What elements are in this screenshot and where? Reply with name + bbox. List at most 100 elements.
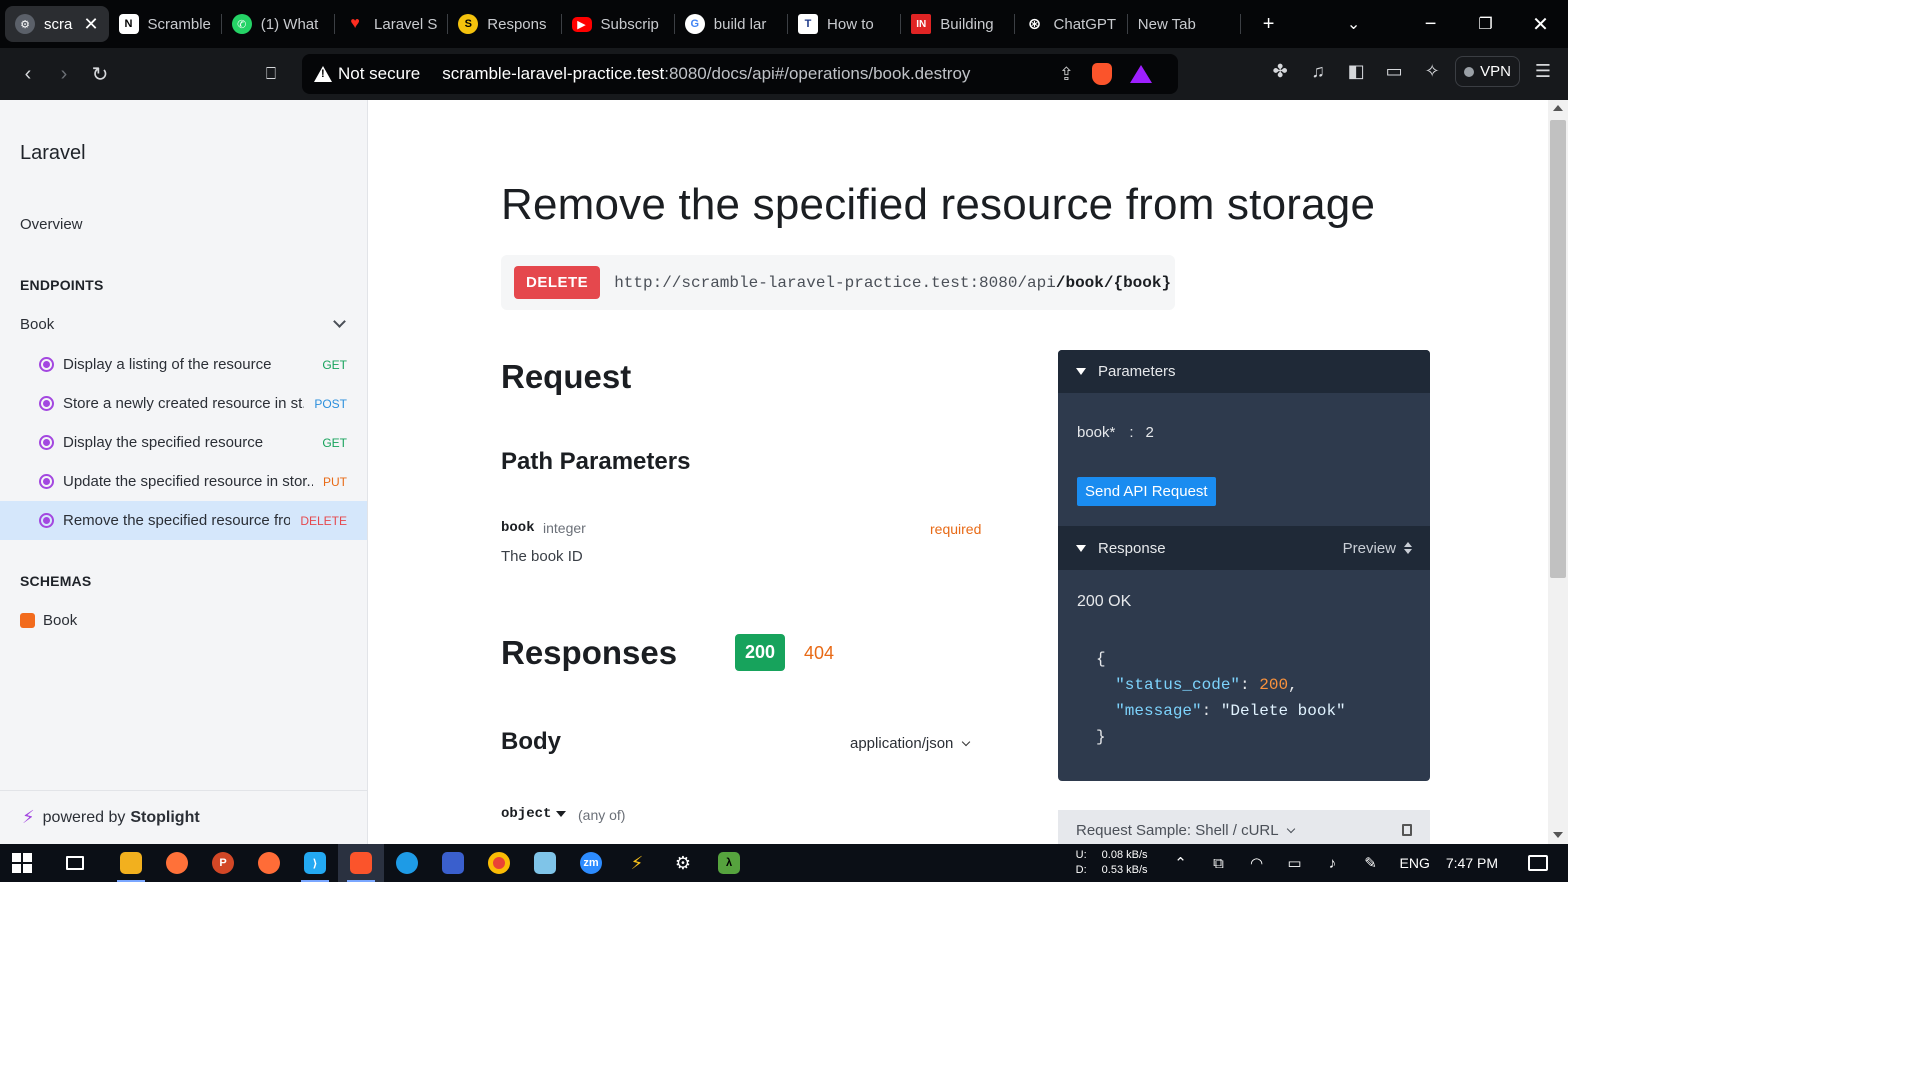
postman-icon[interactable] [246, 844, 292, 882]
param-required: required [930, 521, 982, 537]
tab-label: Subscrip [600, 15, 659, 33]
chevron-up-icon[interactable]: ⌃ [1162, 854, 1200, 872]
tab-scramble-docs[interactable]: ⚙ scra ✕ [5, 6, 109, 42]
endpoint-bar: DELETE http://scramble-laravel-practice.… [501, 255, 1175, 310]
sidebar-item-label: Store a newly created resource in st... [63, 395, 305, 412]
response-code-200-tab[interactable]: 200 [735, 634, 786, 671]
scroll-up-icon[interactable] [1553, 105, 1563, 111]
youtube-icon: ▶ [571, 16, 592, 32]
request-sample-header[interactable]: Request Sample: Shell / cURL [1058, 810, 1430, 844]
brave-browser-icon[interactable] [338, 844, 384, 882]
back-icon[interactable]: ‹ [10, 63, 46, 86]
wallet-icon[interactable]: ▭ [1379, 61, 1409, 82]
windows-start-icon[interactable] [12, 853, 32, 873]
response-code-404-tab[interactable]: 404 [804, 643, 834, 664]
parameters-header[interactable]: Parameters [1058, 350, 1430, 393]
browser-toolbar: ‹ › ↻ ⎕ Not secure scramble-laravel-prac… [0, 48, 1568, 100]
chevron-down-icon [962, 737, 971, 747]
scroll-down-icon[interactable] [1553, 832, 1563, 838]
volume-icon[interactable]: ♪ [1314, 855, 1352, 872]
tab-building[interactable]: IN Building [901, 6, 1013, 42]
operation-icon [39, 435, 54, 450]
vscode-icon[interactable]: ⟩ [292, 844, 338, 882]
response-header[interactable]: Response Preview [1058, 526, 1430, 570]
scrollbar-thumb[interactable] [1550, 120, 1566, 578]
tab-whatsapp[interactable]: ✆ (1) What [222, 6, 334, 42]
chrome-icon[interactable] [476, 844, 522, 882]
tab-laravel[interactable]: ♥ Laravel S [335, 6, 447, 42]
wifi-icon[interactable]: ◠ [1238, 854, 1276, 872]
close-window-icon[interactable]: ✕ [1513, 12, 1568, 37]
tab-new-tab[interactable]: New Tab [1128, 6, 1240, 42]
tab-howto[interactable]: T How to [788, 6, 900, 42]
sidebar-item-book-destroy[interactable]: Remove the specified resource fro... DEL… [0, 501, 367, 540]
tab-label: Building [940, 15, 994, 33]
network-app-icon[interactable] [430, 844, 476, 882]
caret-down-icon [556, 811, 567, 817]
body-type-toggle[interactable]: object [501, 806, 567, 822]
sidebar-group-label: Book [20, 316, 55, 333]
extensions-icon[interactable]: ✤ [1265, 61, 1295, 82]
tab-youtube[interactable]: ▶ Subscrip [562, 6, 674, 42]
sidebar-item-book-update[interactable]: Update the specified resource in stor...… [0, 462, 367, 501]
forward-icon[interactable]: › [46, 63, 82, 86]
sidebar-item-book-show[interactable]: Display the specified resource GET [0, 423, 367, 462]
not-secure-label[interactable]: Not secure [338, 64, 420, 84]
notes-app-icon[interactable] [522, 844, 568, 882]
tab-responses[interactable]: S Respons [448, 6, 560, 42]
edge-icon[interactable] [384, 844, 430, 882]
sidebar-title[interactable]: Laravel [20, 142, 86, 165]
firefox-icon[interactable] [154, 844, 200, 882]
settings-icon[interactable]: ⚙ [660, 844, 706, 882]
address-bar[interactable]: Not secure scramble-laravel-practice.tes… [302, 54, 1178, 94]
lambda-app-icon[interactable]: λ [706, 844, 752, 882]
chevron-down-icon[interactable]: ⌄ [1326, 14, 1381, 34]
method-badge: GET [322, 357, 347, 372]
sidebar-icon[interactable]: ◧ [1341, 61, 1371, 82]
url-text[interactable]: scramble-laravel-practice.test:8080/docs… [442, 64, 970, 84]
brave-shields-icon[interactable] [1092, 63, 1112, 85]
notification-icon[interactable] [1528, 855, 1548, 871]
plus-icon[interactable]: + [1241, 13, 1296, 36]
clock[interactable]: 7:47 PM [1446, 855, 1498, 871]
task-view-icon[interactable] [52, 844, 98, 882]
pen-icon[interactable]: ✎ [1352, 854, 1390, 872]
sidebar-item-overview[interactable]: Overview [20, 216, 83, 233]
tab-notion[interactable]: N Scramble [109, 6, 221, 42]
share-icon[interactable]: ⇪ [1059, 64, 1074, 85]
send-api-request-button[interactable]: Send API Request [1077, 477, 1216, 506]
vpn-button[interactable]: VPN [1455, 56, 1520, 87]
content-type-select[interactable]: application/json [850, 735, 971, 752]
download-label: D: [1075, 864, 1087, 876]
try-it-panel: Parameters book*:2 Send API Request Resp… [1058, 350, 1430, 781]
zoom-icon[interactable]: zm [568, 844, 614, 882]
schema-label: Book [43, 612, 78, 629]
sidebar-item-schema-book[interactable]: Book [20, 612, 77, 629]
tab-google[interactable]: G build lar [675, 6, 787, 42]
sidebar-item-book-index[interactable]: Display a listing of the resource GET [0, 345, 367, 384]
restore-icon[interactable]: ❐ [1458, 14, 1513, 34]
copy-icon[interactable] [1402, 824, 1412, 836]
param-input-row: book*:2 [1077, 424, 1154, 441]
powered-by-link[interactable]: ⚡ powered by Stoplight [0, 790, 367, 844]
file-explorer-icon[interactable] [108, 844, 154, 882]
minimize-icon[interactable]: − [1403, 13, 1458, 36]
powerpoint-icon[interactable]: P [200, 844, 246, 882]
param-input-value[interactable]: 2 [1146, 424, 1154, 441]
music-icon[interactable]: ♫ [1303, 61, 1333, 82]
screen-share-icon[interactable]: ⧉ [1200, 855, 1238, 872]
language-indicator[interactable]: ENG [1400, 855, 1430, 871]
sidebar-item-book-store[interactable]: Store a newly created resource in st... … [0, 384, 367, 423]
json-brace-open: { [1096, 650, 1106, 668]
sidebar-group-book[interactable]: Book [20, 315, 348, 333]
menu-icon[interactable]: ☰ [1528, 61, 1558, 82]
bookmark-icon[interactable]: ⎕ [253, 64, 289, 84]
close-tab-icon[interactable]: ✕ [83, 14, 98, 35]
battery-icon[interactable]: ▭ [1276, 854, 1314, 872]
brave-rewards-icon[interactable] [1130, 65, 1152, 83]
reload-icon[interactable]: ↻ [82, 62, 118, 87]
leo-ai-icon[interactable]: ✧ [1417, 61, 1447, 82]
chart-app-icon[interactable]: ⚡ [614, 844, 660, 882]
preview-select[interactable]: Preview [1343, 540, 1412, 557]
tab-chatgpt[interactable]: ⊛ ChatGPT [1015, 6, 1127, 42]
